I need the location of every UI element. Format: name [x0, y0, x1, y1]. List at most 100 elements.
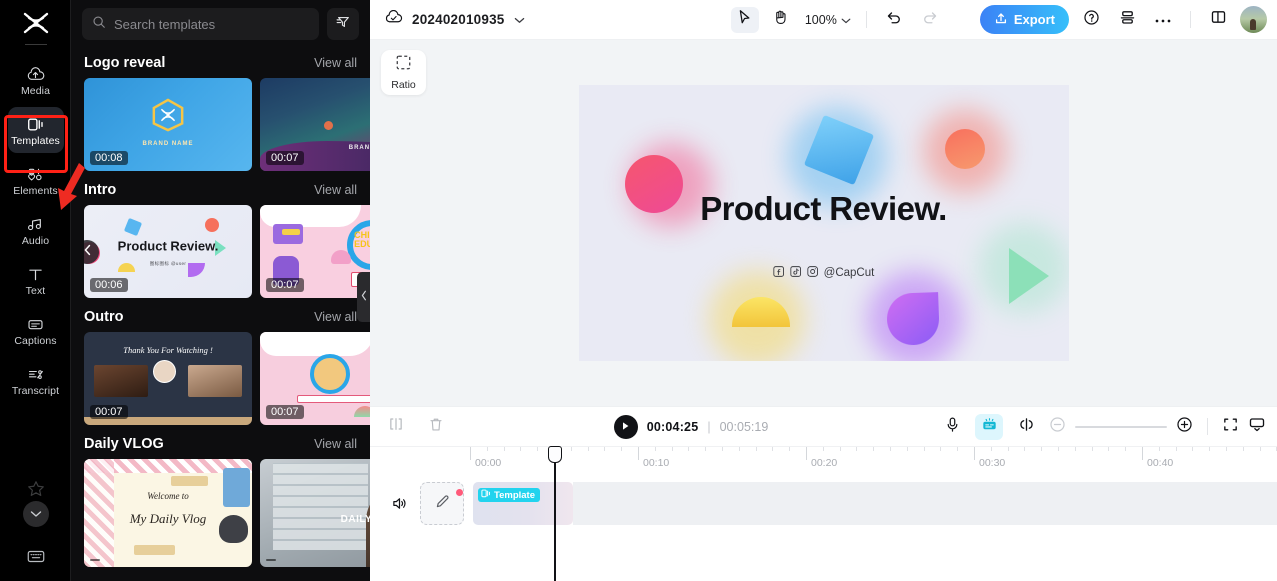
- search-input[interactable]: [114, 16, 309, 32]
- transition-button[interactable]: [1012, 414, 1040, 440]
- auto-caption-icon: [981, 417, 998, 437]
- template-card[interactable]: Welcome to My Daily Vlog: [84, 459, 252, 567]
- sidebar-item-elements[interactable]: Elements: [8, 157, 64, 203]
- fit-screen-icon[interactable]: [1222, 416, 1239, 438]
- panel-collapse-button[interactable]: [357, 272, 370, 322]
- avatar[interactable]: [1240, 6, 1267, 33]
- deco-cassette-label: [281, 229, 300, 236]
- ratio-label: Ratio: [391, 79, 416, 91]
- ruler-tick-minor: [537, 447, 539, 451]
- cloud-sync-icon: [384, 9, 403, 30]
- video-canvas[interactable]: Product Review. @CapCut: [578, 85, 1069, 361]
- filter-button[interactable]: [327, 8, 359, 40]
- split-clip-icon[interactable]: [388, 416, 404, 437]
- help-button[interactable]: [1077, 7, 1105, 33]
- ruler-tick-minor: [772, 447, 774, 451]
- template-duration: 00:07: [90, 405, 128, 419]
- zoom-out-icon[interactable]: [1049, 416, 1066, 438]
- rail-bottom-group: [0, 479, 71, 581]
- deco-sticker: [223, 467, 250, 507]
- template-card[interactable]: CHILDREN EDUCATION 00:07: [260, 205, 370, 298]
- transition-icon: [1018, 417, 1035, 437]
- ruler-tick-minor: [654, 447, 656, 451]
- hand-tool-button[interactable]: [767, 7, 795, 33]
- sparkle-star-icon: [0, 479, 71, 499]
- sidebar-item-text[interactable]: Text: [8, 257, 64, 303]
- ruler-tick-minor: [486, 447, 488, 451]
- template-duration: [90, 559, 100, 561]
- template-card[interactable]: DAILY VLOG: [260, 459, 370, 567]
- ruler-tick-major: [1142, 447, 1143, 460]
- template-card[interactable]: BRAND NAME 00:08: [84, 78, 252, 171]
- ruler-tick-minor: [1242, 447, 1244, 451]
- ratio-button[interactable]: Ratio: [381, 50, 426, 95]
- ruler-tick-minor: [1024, 447, 1026, 451]
- ruler-tick-minor: [1074, 447, 1076, 451]
- template-duration: 00:07: [266, 278, 304, 292]
- deco-semicircle: [188, 262, 206, 277]
- zoom-slider[interactable]: [1075, 425, 1167, 428]
- ruler-tick-major: [806, 447, 807, 460]
- playhead-handle[interactable]: [548, 446, 562, 463]
- undo-button[interactable]: [880, 7, 908, 33]
- templates-panel: Logo reveal View all BRAND NAME 00:08: [71, 0, 370, 581]
- zoom-in-icon[interactable]: [1176, 416, 1193, 438]
- page-title: Product Review.: [700, 190, 947, 228]
- select-tool-button[interactable]: [730, 6, 759, 33]
- template-card[interactable]: Product Review. 图标图标 @user 00:06: [84, 205, 252, 298]
- sidebar-item-audio[interactable]: Audio: [8, 207, 64, 253]
- expand-more-button[interactable]: [22, 501, 49, 527]
- ruler-label: 00:20: [811, 457, 838, 469]
- microphone-icon: [945, 416, 960, 438]
- ruler-tick-minor: [940, 447, 942, 451]
- track-volume-button[interactable]: [382, 496, 416, 516]
- keyboard-shortcuts-button[interactable]: [0, 549, 71, 569]
- zoom-level-selector[interactable]: 100%: [803, 13, 853, 27]
- playhead[interactable]: [548, 446, 562, 581]
- timeline-ruler[interactable]: 00:00 00:10 00:20 00:30 00:40: [370, 446, 1277, 472]
- toolbar-divider: [865, 11, 867, 28]
- chevron-left-icon: [361, 288, 367, 306]
- more-options-button[interactable]: [1149, 7, 1177, 33]
- top-toolbar: 202402010935 100% Export: [370, 0, 1277, 40]
- view-all-link[interactable]: View all: [314, 56, 357, 70]
- view-all-link[interactable]: View all: [314, 310, 357, 324]
- sidebar-item-transcript[interactable]: Transcript: [8, 357, 64, 403]
- search-box[interactable]: [82, 8, 319, 40]
- play-button[interactable]: [613, 414, 638, 439]
- facebook-icon: [772, 264, 784, 282]
- ruler-tick-minor: [789, 447, 791, 451]
- keyframe-marker[interactable]: [456, 489, 463, 496]
- layout-button[interactable]: [1113, 7, 1141, 33]
- ruler-tick-minor: [570, 447, 572, 451]
- capcut-logo-icon[interactable]: [16, 8, 56, 38]
- ruler-tick-minor: [1226, 447, 1227, 451]
- view-all-link[interactable]: View all: [314, 437, 357, 451]
- monitor-icon[interactable]: [1248, 416, 1266, 438]
- ruler-tick-minor: [873, 447, 875, 451]
- export-button[interactable]: Export: [979, 5, 1069, 34]
- sidebar-item-label: Transcript: [11, 384, 60, 397]
- timeline-clip-template[interactable]: Template: [473, 482, 573, 525]
- deco-avatar-ring: [310, 354, 351, 395]
- project-selector[interactable]: 202402010935: [384, 9, 525, 30]
- sidebar-item-templates[interactable]: Templates: [7, 107, 64, 153]
- view-all-link[interactable]: View all: [314, 183, 357, 197]
- deco-circle: [323, 120, 333, 130]
- template-card[interactable]: BRAND NAME 00:07: [260, 78, 370, 171]
- auto-caption-button[interactable]: [975, 413, 1003, 440]
- ruler-tick-minor: [856, 447, 858, 451]
- sidebar-item-captions[interactable]: Captions: [8, 307, 64, 353]
- section-header-logo-reveal: Logo reveal View all: [71, 44, 370, 78]
- sidebar-item-media[interactable]: Media: [8, 57, 64, 103]
- ruler-tick-minor: [755, 447, 757, 451]
- track-empty-region[interactable]: [573, 482, 1277, 525]
- record-voiceover-button[interactable]: [938, 414, 966, 440]
- redo-button[interactable]: [916, 7, 944, 33]
- template-card[interactable]: 00:07: [260, 332, 370, 425]
- split-view-button[interactable]: [1204, 7, 1232, 33]
- template-card[interactable]: Thank You For Watching ! 00:07: [84, 332, 252, 425]
- ruler-label: 00:40: [1147, 457, 1174, 469]
- capcut-editor: Media Templates Elements Audio Text Capt…: [0, 0, 1277, 581]
- trash-icon[interactable]: [428, 416, 444, 438]
